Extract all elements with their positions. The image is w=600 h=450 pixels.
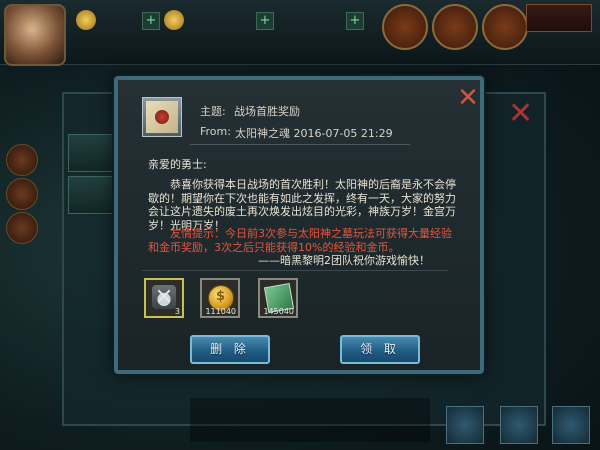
gold-icon — [164, 10, 184, 30]
mail-subject: 战场首胜奖励 — [234, 105, 300, 118]
plus-icon: + — [142, 12, 160, 30]
close-icon[interactable]: ✕ — [457, 85, 479, 111]
claim-button[interactable]: 领 取 — [340, 335, 420, 364]
feature-icon — [482, 4, 528, 50]
bottom-icon — [500, 406, 538, 444]
mail-dialog: ✕ 主题: 战场首胜奖励 From: 太阳神之魂 2016-07-05 21:2… — [114, 76, 484, 374]
wax-seal — [155, 110, 169, 124]
mail-sender-date: 太阳神之魂 2016-07-05 21:29 — [235, 127, 393, 140]
plus-icon: + — [256, 12, 274, 30]
side-icon — [6, 144, 38, 176]
mail-tip: 友情提示：今日前3次参与太阳神之墓玩法可获得大量经验和金币奖励，3次之后只能获得… — [148, 227, 452, 254]
feature-icon — [432, 4, 478, 50]
background-close-icon: ✕ — [508, 96, 534, 131]
currency-icon — [76, 10, 96, 30]
mail-body: 恭喜你获得本日战场的首次胜利！太阳神的后裔是永不会停歇的！期望你在下次也能有如此… — [148, 178, 456, 232]
attachment-divider — [142, 270, 448, 271]
attachment-quantity: 111040 — [205, 307, 236, 316]
side-icon — [6, 178, 38, 210]
letter-paper — [146, 101, 178, 133]
letter-icon — [142, 97, 182, 137]
attachment-gold[interactable]: 111040 — [200, 278, 240, 318]
plus-icon: + — [346, 12, 364, 30]
bottom-icon — [552, 406, 590, 444]
delete-button[interactable]: 删 除 — [190, 335, 270, 364]
subject-label: 主题: — [200, 105, 226, 118]
bottom-icon — [446, 406, 484, 444]
chat-box — [190, 398, 430, 442]
attachment-medal[interactable]: 3 — [144, 278, 184, 318]
feature-icon — [382, 4, 428, 50]
from-label: From: — [200, 125, 231, 138]
attachment-quantity: 145040 — [263, 307, 294, 316]
attachment-experience[interactable]: 145040 — [258, 278, 298, 318]
mail-greeting: 亲爱的勇士: — [148, 158, 207, 171]
medal-icon — [152, 285, 176, 309]
top-right-button — [526, 4, 592, 32]
side-icon — [6, 212, 38, 244]
mail-signature: ——暗黑黎明2团队祝你游戏愉快！ — [258, 254, 430, 267]
attachment-quantity: 3 — [174, 307, 180, 316]
header-divider — [190, 144, 410, 145]
player-avatar — [4, 4, 66, 66]
